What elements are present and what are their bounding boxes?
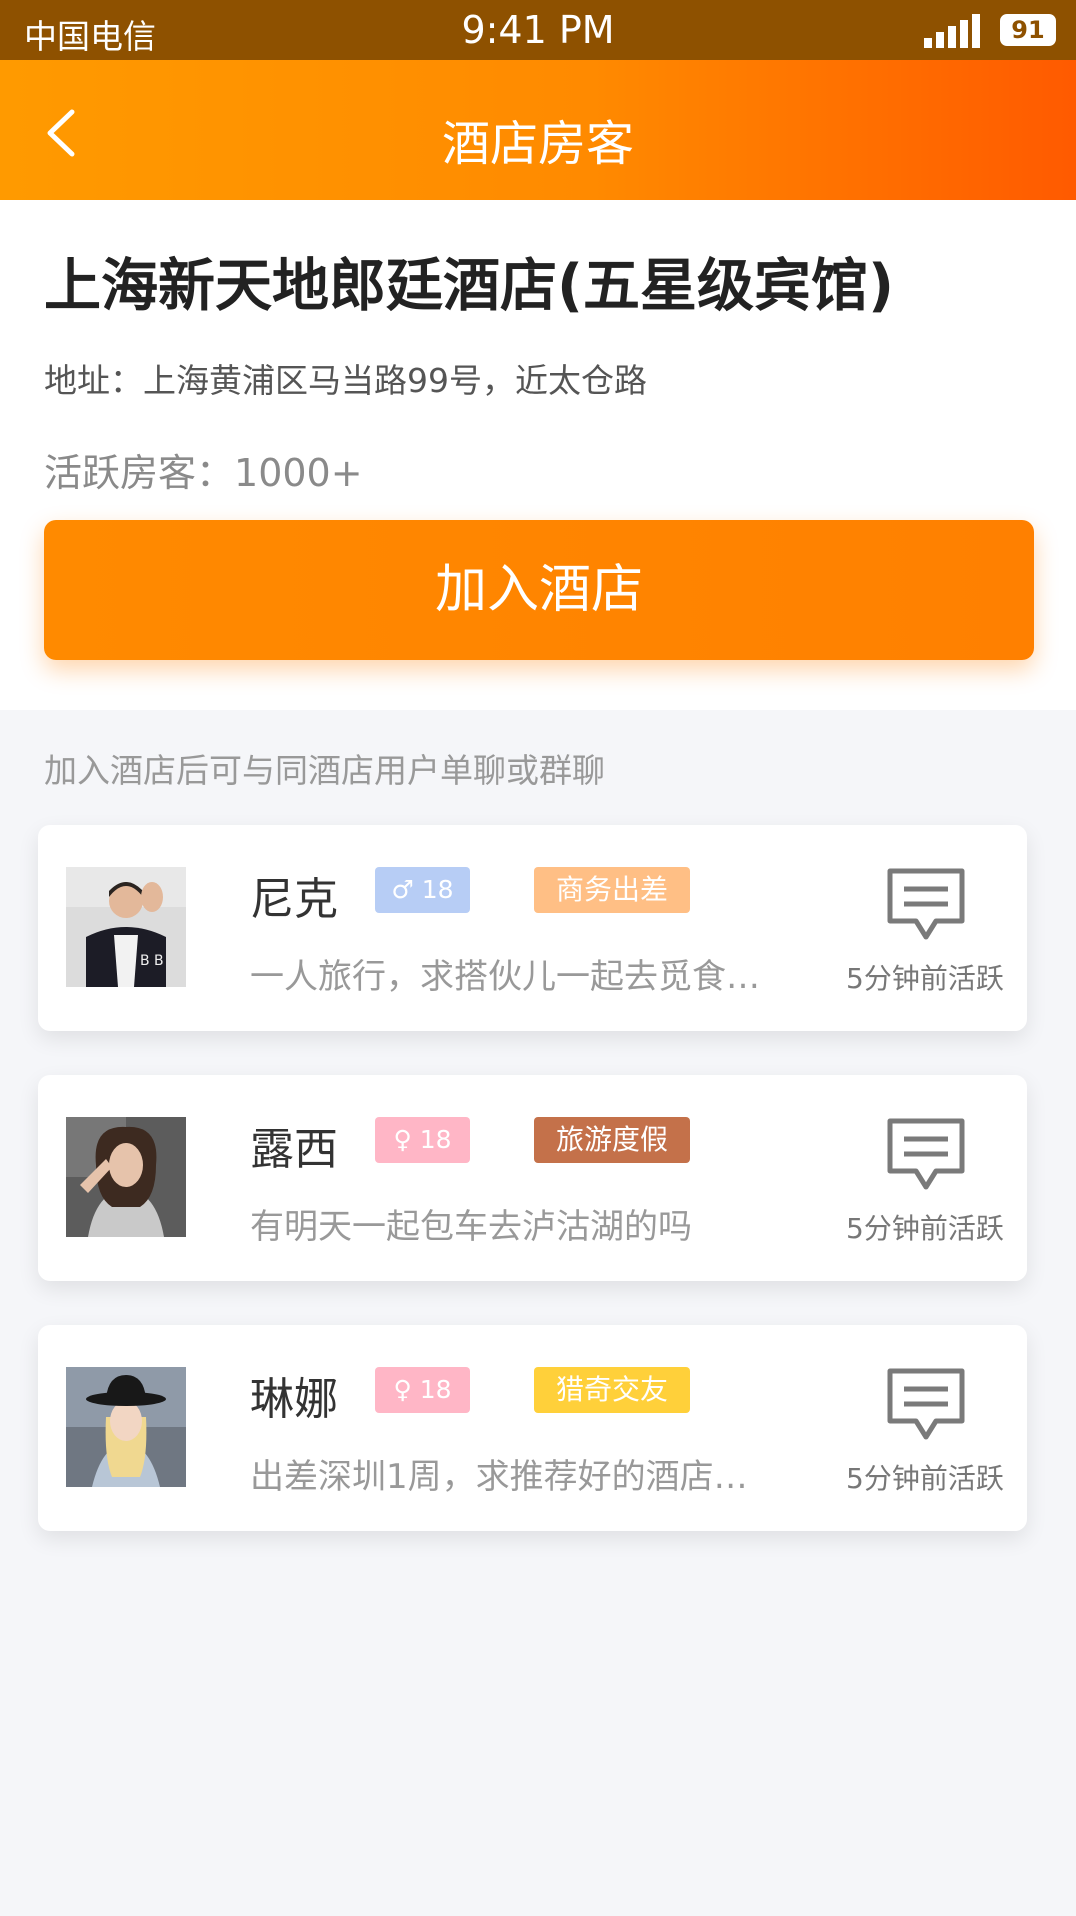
guest-bio: 一人旅行，求搭伙儿一起去觅食… <box>250 957 760 997</box>
signal-icon <box>924 14 980 48</box>
gender-age-badge: ♂ 18 <box>375 867 470 913</box>
active-guests-label: 活跃房客： <box>44 451 235 495</box>
guest-name: 尼克 <box>250 874 338 925</box>
avatar: B B <box>66 867 186 987</box>
chat-icon[interactable] <box>886 867 966 943</box>
female-icon: ♀ <box>393 1125 412 1154</box>
guest-card[interactable]: 琳娜 ♀ 18 猎奇交友 出差深圳1周，求推荐好的酒店… 5分钟前活跃 <box>38 1325 1027 1531</box>
avatar <box>66 1367 186 1487</box>
last-active-time: 5分钟前活跃 <box>846 962 1004 995</box>
status-bar: 中国电信 9:41 PM 91 <box>0 0 1076 60</box>
trip-purpose-tag: 猎奇交友 <box>534 1367 690 1413</box>
guest-bio: 有明天一起包车去泸沽湖的吗 <box>250 1207 692 1247</box>
battery-icon: 91 <box>1000 14 1056 46</box>
gender-age-badge: ♀ 18 <box>375 1367 470 1413</box>
age-value: 18 <box>419 1125 452 1154</box>
age-value: 18 <box>421 875 454 904</box>
navigation-bar: 酒店房客 <box>0 60 1076 200</box>
age-value: 18 <box>419 1375 452 1404</box>
female-icon: ♀ <box>393 1375 412 1404</box>
join-hint: 加入酒店后可与同酒店用户单聊或群聊 <box>44 751 605 790</box>
chat-icon[interactable] <box>886 1117 966 1193</box>
last-active-time: 5分钟前活跃 <box>846 1212 1004 1245</box>
guest-name: 露西 <box>250 1124 338 1175</box>
clock: 9:41 PM <box>461 8 615 52</box>
hotel-address: 地址：上海黄浦区马当路99号，近太仓路 <box>44 361 647 400</box>
hotel-info-section: 上海新天地郎廷酒店(五星级宾馆) 地址：上海黄浦区马当路99号，近太仓路 活跃房… <box>0 200 1076 710</box>
hotel-name: 上海新天地郎廷酒店(五星级宾馆) <box>44 253 895 319</box>
last-active-time: 5分钟前活跃 <box>846 1462 1004 1495</box>
join-hotel-button[interactable]: 加入酒店 <box>44 520 1034 660</box>
trip-purpose-tag: 旅游度假 <box>534 1117 690 1163</box>
male-icon: ♂ <box>391 875 414 904</box>
guest-name: 琳娜 <box>250 1374 338 1425</box>
chat-icon[interactable] <box>886 1367 966 1443</box>
gender-age-badge: ♀ 18 <box>375 1117 470 1163</box>
guest-card[interactable]: 露西 ♀ 18 旅游度假 有明天一起包车去泸沽湖的吗 5分钟前活跃 <box>38 1075 1027 1281</box>
page-title: 酒店房客 <box>441 116 634 172</box>
avatar <box>66 1117 186 1237</box>
guest-card[interactable]: B B 尼克 ♂ 18 商务出差 一人旅行，求搭伙儿一起去觅食… 5分钟前活跃 <box>38 825 1027 1031</box>
active-guests-count: 1000+ <box>234 451 363 495</box>
svg-text:B B: B B <box>140 953 164 969</box>
trip-purpose-tag: 商务出差 <box>534 867 690 913</box>
guest-bio: 出差深圳1周，求推荐好的酒店… <box>250 1457 748 1497</box>
active-guests-line: 活跃房客：1000+ <box>44 442 363 497</box>
